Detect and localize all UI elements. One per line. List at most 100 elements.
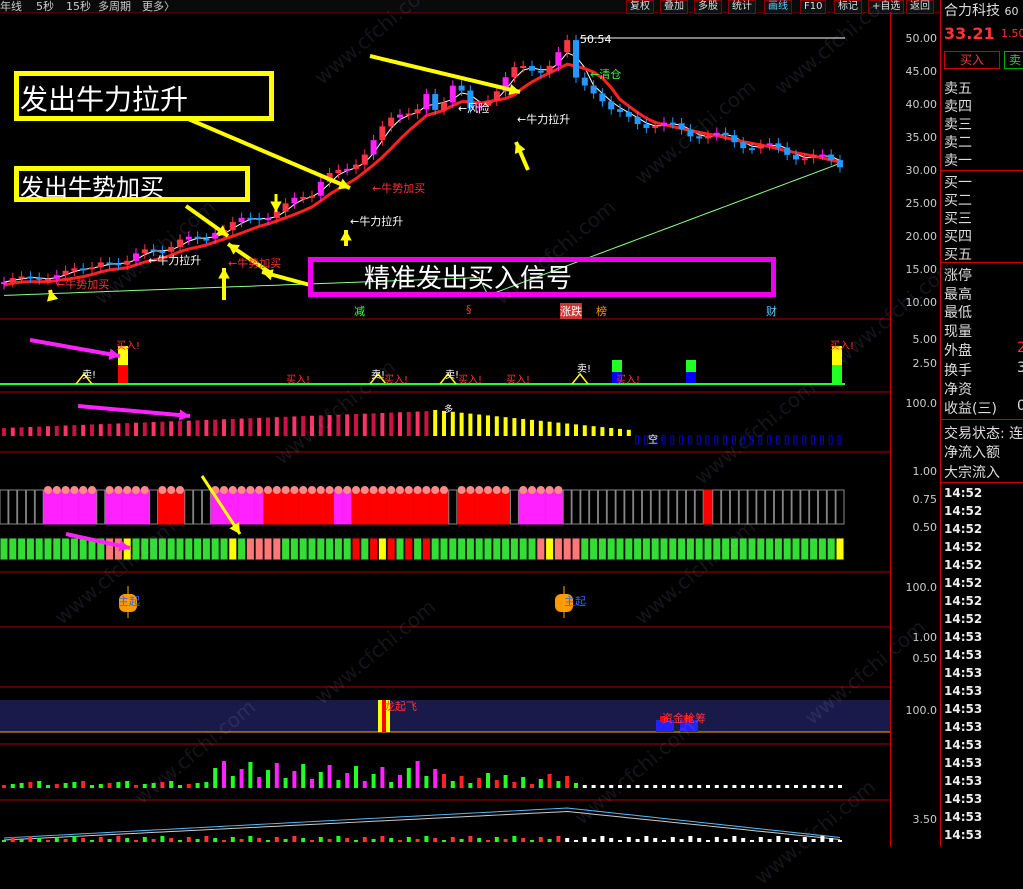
candle-body bbox=[388, 117, 395, 127]
trend-bar bbox=[222, 419, 226, 436]
signal-dot bbox=[466, 486, 475, 494]
strength-cell bbox=[78, 537, 88, 561]
arrow-head bbox=[178, 409, 190, 421]
tick-time: 14:53 bbox=[944, 810, 983, 824]
tick-time: 14:52 bbox=[944, 522, 983, 536]
volume-bar bbox=[829, 785, 834, 788]
candle-body bbox=[379, 126, 386, 141]
macd-histogram bbox=[63, 839, 68, 842]
tick-time: 14:52 bbox=[944, 576, 983, 590]
volume-bar bbox=[283, 778, 288, 788]
signal-box bbox=[413, 489, 423, 525]
volume-bar bbox=[63, 783, 68, 788]
turnover: 换手 bbox=[944, 363, 972, 379]
signal-box bbox=[545, 489, 555, 525]
macd-histogram bbox=[635, 839, 640, 842]
signal-dot bbox=[334, 486, 343, 494]
buy-button[interactable]: 买入 bbox=[944, 51, 1000, 69]
strength-cell bbox=[351, 537, 361, 561]
signal-box bbox=[712, 489, 722, 525]
volume-bar bbox=[556, 781, 561, 788]
candle-body bbox=[309, 195, 315, 198]
macd-panel bbox=[2, 807, 842, 842]
volume-bar bbox=[433, 769, 438, 788]
candle-body bbox=[757, 144, 764, 149]
strength-cell bbox=[8, 537, 18, 561]
macd-histogram bbox=[477, 838, 482, 842]
macd-histogram bbox=[389, 838, 394, 842]
signal-box bbox=[465, 489, 475, 525]
trend-bar bbox=[574, 424, 578, 436]
volume-bar bbox=[204, 782, 209, 788]
tick-time: 14:52 bbox=[944, 486, 983, 500]
signal-dot bbox=[105, 486, 114, 494]
signal-box bbox=[237, 489, 247, 525]
macd-histogram bbox=[398, 840, 402, 842]
candle-body bbox=[801, 158, 808, 161]
axis-tick: 3.50 bbox=[912, 813, 938, 826]
trend-bar bbox=[415, 411, 420, 436]
signal-box bbox=[448, 489, 458, 525]
candle-body bbox=[80, 268, 87, 271]
signal-dot bbox=[431, 486, 440, 494]
duo-label: 多 bbox=[444, 405, 454, 415]
macd-histogram bbox=[116, 836, 121, 842]
strength-cell bbox=[0, 537, 9, 561]
signal-dot bbox=[413, 486, 422, 494]
candle-body bbox=[573, 40, 579, 78]
strength-cell bbox=[430, 537, 440, 561]
signal-box bbox=[193, 489, 203, 525]
buy-signal-label: 买入! bbox=[116, 341, 141, 352]
strength-cell bbox=[34, 537, 44, 561]
signal-box bbox=[289, 489, 299, 525]
candle-body bbox=[18, 276, 25, 279]
signal-dot bbox=[70, 486, 79, 494]
strength-cell bbox=[342, 537, 352, 561]
volume-bar bbox=[741, 785, 746, 788]
axis-tick: 0.50 bbox=[912, 521, 938, 534]
strength-cell bbox=[228, 537, 238, 561]
tick-time: 14:53 bbox=[944, 792, 983, 806]
signal-dot bbox=[228, 486, 237, 494]
candle-body bbox=[493, 91, 500, 101]
signal-box bbox=[386, 489, 396, 525]
volume-bar bbox=[459, 776, 464, 788]
signal-box bbox=[439, 489, 449, 525]
volume-bar bbox=[820, 785, 825, 788]
volume-bar bbox=[354, 766, 358, 788]
signal-box bbox=[421, 489, 431, 525]
strength-cell bbox=[369, 537, 379, 561]
volume-bar bbox=[468, 783, 473, 788]
candle-body bbox=[520, 66, 527, 69]
signal-dot bbox=[440, 486, 448, 494]
trade-state: 交易状态: 连 bbox=[944, 426, 1023, 442]
trend-bar bbox=[538, 420, 543, 436]
candle-body bbox=[661, 122, 667, 127]
signal-box bbox=[474, 489, 484, 525]
volume-bar bbox=[486, 773, 490, 788]
sell-button[interactable]: 卖 bbox=[1004, 51, 1023, 69]
signal-box bbox=[527, 489, 537, 525]
trend-bar bbox=[468, 413, 473, 436]
signal-dot bbox=[264, 486, 272, 494]
macd-histogram bbox=[292, 836, 297, 842]
signal-box bbox=[589, 489, 599, 525]
volume-bar bbox=[688, 785, 693, 788]
volume-bar bbox=[512, 782, 517, 788]
candle-body bbox=[89, 267, 95, 270]
macd-histogram bbox=[662, 840, 666, 842]
signal-box bbox=[184, 489, 194, 525]
stock-price: 33.21 bbox=[944, 24, 995, 43]
axis-tick: 35.00 bbox=[905, 131, 938, 144]
candle-body bbox=[97, 262, 104, 268]
trend-bar bbox=[459, 412, 464, 436]
macd-histogram bbox=[406, 837, 411, 842]
trend-bar bbox=[705, 435, 710, 445]
candle-body bbox=[784, 147, 791, 155]
candle-body bbox=[282, 203, 289, 212]
candle-body bbox=[669, 122, 676, 125]
volume-bar bbox=[477, 778, 482, 788]
signal-box bbox=[492, 489, 502, 525]
macd-histogram bbox=[274, 837, 279, 842]
candle-body bbox=[106, 262, 113, 265]
